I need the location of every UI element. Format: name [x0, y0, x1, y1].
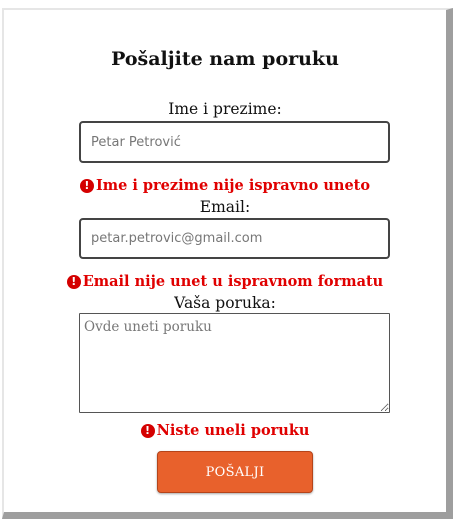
contact-form-card: Pošaljite nam poruku Ime i prezime: ! Im…	[2, 8, 453, 519]
name-error: ! Ime i prezime nije ispravno uneto	[4, 177, 446, 194]
exclamation-circle-icon: !	[66, 274, 81, 289]
name-label: Ime i prezime:	[168, 100, 282, 118]
message-textarea[interactable]	[79, 313, 390, 413]
message-error: ! Niste uneli poruku	[4, 422, 446, 439]
message-error-text: Niste uneli poruku	[156, 422, 310, 439]
message-label: Vaša poruka:	[174, 294, 276, 312]
email-error: ! Email nije unet u ispravnom formatu	[4, 273, 446, 290]
email-input[interactable]	[79, 218, 390, 259]
name-error-text: Ime i prezime nije ispravno uneto	[95, 177, 371, 194]
exclamation-circle-icon: !	[140, 423, 155, 438]
email-label: Email:	[199, 198, 251, 216]
submit-button[interactable]: POŠALJI	[157, 451, 313, 493]
email-error-text: Email nije unet u ispravnom formatu	[82, 273, 384, 290]
exclamation-circle-icon: !	[79, 178, 94, 193]
form-title: Pošaljite nam poruku	[111, 48, 339, 70]
name-input[interactable]	[79, 121, 390, 163]
